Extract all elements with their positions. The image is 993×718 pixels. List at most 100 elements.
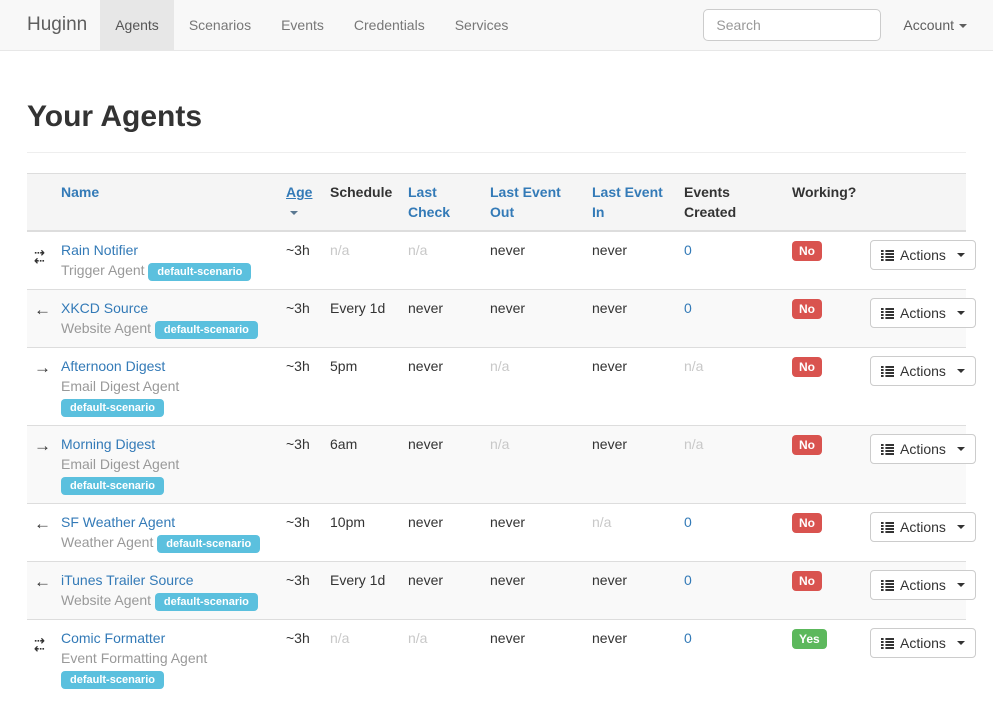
column-header-actions <box>862 174 966 232</box>
navbar-menu: AgentsScenariosEventsCredentialsServices <box>100 0 523 50</box>
table-header-row: NameAge Schedule Last Check Last Event OutL… <box>27 174 966 232</box>
scenario-badge[interactable]: default-scenario <box>61 399 164 417</box>
main-content: Your Agents NameAgeScheduleLast CheckLas… <box>0 100 993 697</box>
agent-type-label: Website Agent <box>61 592 151 608</box>
cell-value: 6am <box>330 436 357 452</box>
actions-button[interactable]: Actions <box>870 356 976 386</box>
cell-last-event-out: never <box>482 231 584 290</box>
cell-age: ~3h <box>278 620 322 698</box>
cell-age: ~3h <box>278 290 322 348</box>
column-header-schedule: Schedule <box>322 174 400 232</box>
scenario-badge[interactable]: default-scenario <box>155 321 258 339</box>
caret-down-icon <box>957 583 965 587</box>
exchange-icon: ⇢⇠ <box>34 637 44 653</box>
nav-item-agents[interactable]: Agents <box>100 0 174 50</box>
cell-schedule: Every 1d <box>322 290 400 348</box>
cell-last-event-in: never <box>584 426 676 504</box>
column-header-working: Working? <box>784 174 862 232</box>
table-row: ⇢⇠Rain NotifierTrigger Agent default-sce… <box>27 231 966 290</box>
table-row: →Afternoon DigestEmail Digest Agent defa… <box>27 348 966 426</box>
agent-type-label: Weather Agent <box>61 534 153 550</box>
cell-value: n/a <box>684 358 703 374</box>
search-input[interactable] <box>703 9 881 41</box>
agent-name-link[interactable]: Afternoon Digest <box>61 358 165 374</box>
column-header-label: Last Event In <box>592 184 663 220</box>
agent-name-link[interactable]: Rain Notifier <box>61 242 138 258</box>
cell-value: never <box>408 514 443 530</box>
working-badge: No <box>792 357 822 377</box>
list-icon <box>881 366 894 377</box>
events-count-link[interactable]: 0 <box>684 514 692 530</box>
agent-name-link[interactable]: Comic Formatter <box>61 630 165 646</box>
cell-value: never <box>490 572 525 588</box>
cell-last-event-in: never <box>584 348 676 426</box>
cell-age: ~3h <box>278 504 322 562</box>
working-badge: No <box>792 299 822 319</box>
cell-value: 10pm <box>330 514 365 530</box>
nav-item-credentials[interactable]: Credentials <box>339 0 440 50</box>
column-header-label: Schedule <box>330 184 392 200</box>
cell-schedule: n/a <box>322 231 400 290</box>
nav-item-services[interactable]: Services <box>440 0 524 50</box>
scenario-badge[interactable]: default-scenario <box>157 535 260 553</box>
table-row: ← SF Weather Agent Weather Agent default-s… <box>27 504 966 562</box>
scenario-badge[interactable]: default-scenario <box>148 263 251 281</box>
caret-down-icon <box>957 311 965 315</box>
cell-value: never <box>592 630 627 646</box>
cell-last-check: n/a <box>400 231 482 290</box>
agent-type-label: Email Digest Agent <box>61 456 179 472</box>
column-header-last-check[interactable]: Last Check <box>400 174 482 232</box>
actions-button[interactable]: Actions <box>870 512 976 542</box>
nav-item-scenarios[interactable]: Scenarios <box>174 0 266 50</box>
actions-button[interactable]: Actions <box>870 240 976 270</box>
column-header-name[interactable]: Name <box>53 174 278 232</box>
scenario-badge[interactable]: default-scenario <box>155 593 258 611</box>
actions-button[interactable]: Actions <box>870 628 976 658</box>
column-header-last-event-in[interactable]: Last Event In <box>584 174 676 232</box>
events-count-link[interactable]: 0 <box>684 242 692 258</box>
cell-value: Every 1d <box>330 572 385 588</box>
cell-last-event-out: n/a <box>482 348 584 426</box>
agent-name-link[interactable]: iTunes Trailer Source <box>61 572 194 588</box>
cell-schedule: 5pm <box>322 348 400 426</box>
column-header-last-event-out[interactable]: Last Event Out <box>482 174 584 232</box>
events-count-link[interactable]: 0 <box>684 572 692 588</box>
working-badge: Yes <box>792 629 827 649</box>
column-header-label: Last Check <box>408 184 450 220</box>
scenario-badge[interactable]: default-scenario <box>61 477 164 495</box>
scenario-badge[interactable]: default-scenario <box>61 671 164 689</box>
account-label: Account <box>903 17 954 33</box>
cell-events-created: 0 <box>676 620 784 698</box>
actions-button-label: Actions <box>900 518 946 536</box>
cell-last-check: never <box>400 348 482 426</box>
cell-value: never <box>592 358 627 374</box>
cell-value: n/a <box>330 242 349 258</box>
arrow-left-icon: ← <box>34 514 51 533</box>
list-icon <box>881 250 894 261</box>
account-menu[interactable]: Account <box>903 17 967 33</box>
cell-value: never <box>592 242 627 258</box>
actions-button[interactable]: Actions <box>870 298 976 328</box>
caret-down-icon <box>959 24 967 28</box>
cell-last-event-in: never <box>584 290 676 348</box>
agent-name-link[interactable]: Morning Digest <box>61 436 155 452</box>
actions-button[interactable]: Actions <box>870 434 976 464</box>
nav-item-events[interactable]: Events <box>266 0 339 50</box>
column-header-label: Events Created <box>684 184 736 220</box>
actions-button[interactable]: Actions <box>870 570 976 600</box>
cell-events-created: n/a <box>676 348 784 426</box>
column-header-age[interactable]: Age <box>278 174 322 232</box>
events-count-link[interactable]: 0 <box>684 300 692 316</box>
list-icon <box>881 522 894 533</box>
working-badge: No <box>792 571 822 591</box>
cell-last-event-in: n/a <box>584 504 676 562</box>
brand-link[interactable]: Huginn <box>0 0 100 50</box>
arrow-left-icon: ← <box>34 572 51 591</box>
cell-schedule: Every 1d <box>322 562 400 620</box>
cell-last-event-in: never <box>584 620 676 698</box>
agents-table-body: ⇢⇠Rain NotifierTrigger Agent default-sce… <box>27 231 966 697</box>
agent-name-link[interactable]: XKCD Source <box>61 300 148 316</box>
events-count-link[interactable]: 0 <box>684 630 692 646</box>
agent-name-link[interactable]: SF Weather Agent <box>61 514 175 530</box>
cell-events-created: 0 <box>676 290 784 348</box>
